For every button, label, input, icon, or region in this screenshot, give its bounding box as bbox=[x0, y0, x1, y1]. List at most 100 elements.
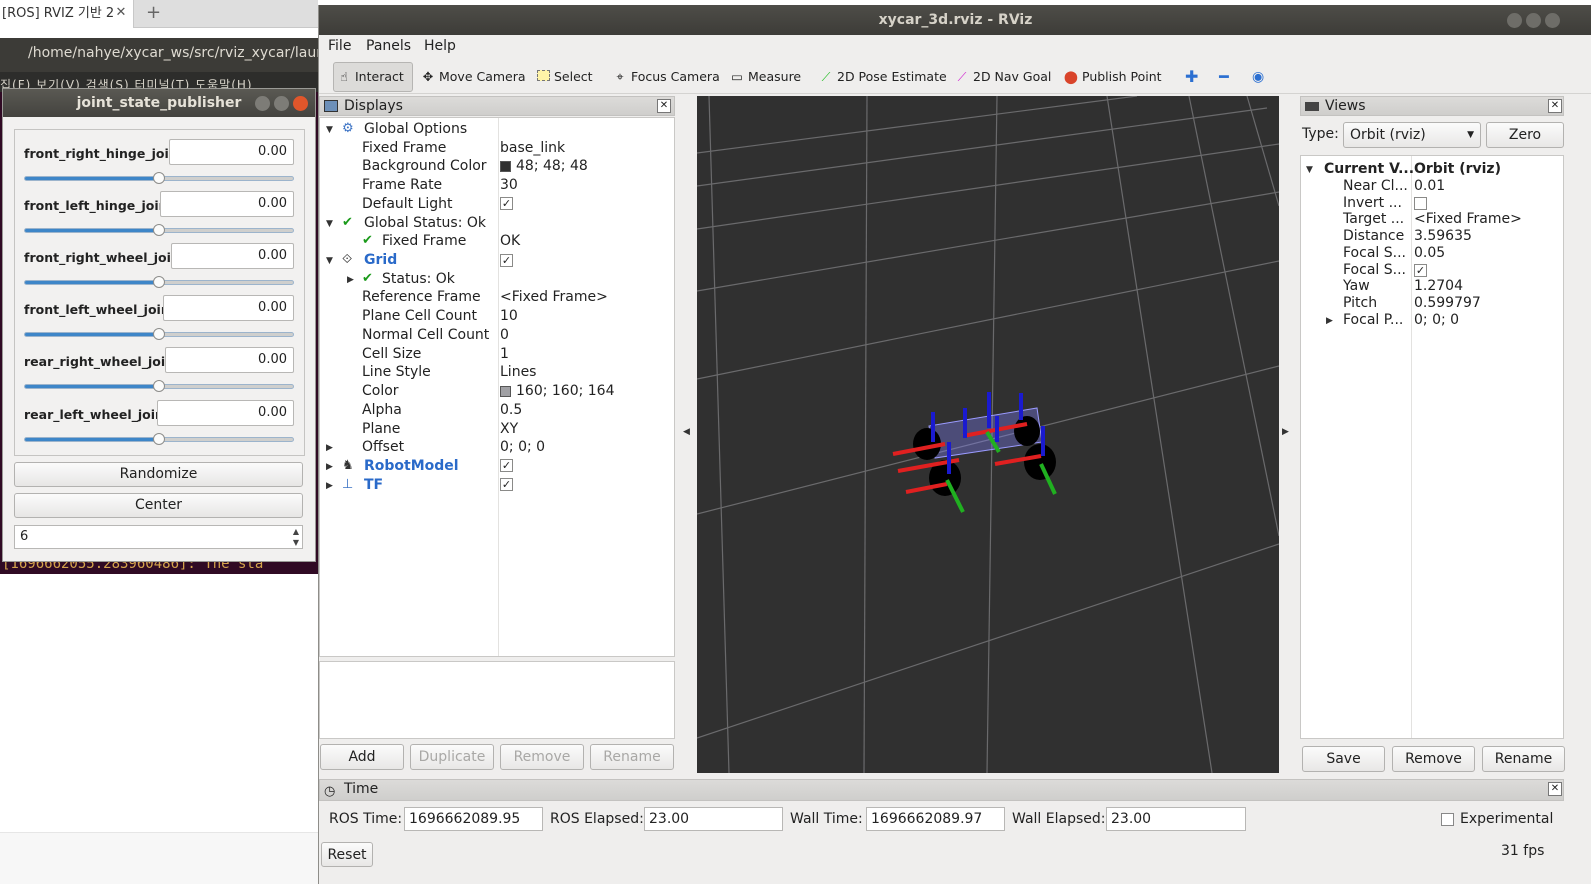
view-property-row[interactable]: Invert ... bbox=[1301, 195, 1563, 212]
display-row[interactable]: ▶ ⊥ TF ✓ bbox=[320, 476, 674, 495]
slider-handle[interactable] bbox=[153, 433, 165, 445]
joint-value-input[interactable]: 0.00 bbox=[163, 295, 294, 321]
view-property-row[interactable]: Yaw 1.2704 bbox=[1301, 278, 1563, 295]
display-row[interactable]: Background Color 48; 48; 48 bbox=[320, 157, 674, 176]
close-icon[interactable]: ✕ bbox=[1548, 782, 1562, 796]
ros-time-field[interactable]: 1696662089.95 bbox=[404, 807, 543, 831]
slider-handle[interactable] bbox=[153, 172, 165, 184]
select-tool[interactable]: Select bbox=[535, 66, 593, 88]
maximize-icon[interactable] bbox=[1526, 13, 1541, 28]
enabled-checkbox[interactable]: ✓ bbox=[500, 459, 513, 473]
property-checkbox[interactable]: ✓ bbox=[1414, 263, 1427, 277]
display-row[interactable]: ▶ ✔ Status: Ok bbox=[320, 270, 674, 289]
display-row[interactable]: Default Light ✓ bbox=[320, 195, 674, 214]
render-viewport[interactable] bbox=[697, 96, 1279, 773]
focus-camera-tool[interactable]: ⌖ Focus Camera bbox=[612, 66, 719, 88]
enabled-checkbox[interactable]: ✓ bbox=[500, 478, 513, 492]
expanded-arrow-icon[interactable]: ▼ bbox=[1306, 162, 1313, 179]
display-row[interactable]: Line Style Lines bbox=[320, 363, 674, 382]
view-property-row[interactable]: Near Cl... 0.01 bbox=[1301, 178, 1563, 195]
save-view-button[interactable]: Save bbox=[1302, 746, 1385, 772]
rename-button[interactable]: Rename bbox=[590, 744, 674, 770]
display-row[interactable]: Fixed Frame base_link bbox=[320, 139, 674, 158]
joint-value-input[interactable]: 0.00 bbox=[157, 400, 294, 426]
ros-elapsed-field[interactable]: 23.00 bbox=[644, 807, 783, 831]
slider-handle[interactable] bbox=[153, 276, 165, 288]
view-property-row[interactable]: ▼ Current V... Orbit (rviz) bbox=[1301, 161, 1563, 178]
display-row[interactable]: ▼ ✔ Global Status: Ok bbox=[320, 214, 674, 233]
slider-handle[interactable] bbox=[153, 224, 165, 236]
remove-button[interactable]: Remove bbox=[500, 744, 584, 770]
view-property-row[interactable]: Pitch 0.599797 bbox=[1301, 295, 1563, 312]
experimental-checkbox[interactable] bbox=[1441, 813, 1454, 826]
collapsed-arrow-icon[interactable]: ▶ bbox=[1326, 313, 1333, 330]
collapse-left-icon[interactable]: ◀ bbox=[683, 427, 690, 437]
display-row[interactable]: ▼ ⚙ Global Options bbox=[320, 120, 674, 139]
minimize-icon[interactable] bbox=[255, 96, 270, 111]
view-property-row[interactable]: Focal S... ✓ bbox=[1301, 262, 1563, 279]
joint-value-input[interactable]: 0.00 bbox=[169, 139, 294, 165]
display-row[interactable]: Normal Cell Count 0 bbox=[320, 326, 674, 345]
property-checkbox[interactable] bbox=[1414, 196, 1427, 210]
new-tab-icon[interactable]: + bbox=[146, 2, 161, 23]
expanded-arrow-icon[interactable]: ▼ bbox=[326, 252, 333, 271]
menu-panels[interactable]: Panels bbox=[366, 38, 411, 54]
close-icon[interactable]: ✕ bbox=[113, 5, 129, 21]
enabled-checkbox[interactable]: ✓ bbox=[500, 197, 513, 211]
remove-tool-icon[interactable]: ━ bbox=[1219, 66, 1229, 88]
display-row[interactable]: ▼ ⟐ Grid ✓ bbox=[320, 251, 674, 270]
expanded-arrow-icon[interactable]: ▼ bbox=[326, 215, 333, 234]
expanded-arrow-icon[interactable]: ▼ bbox=[326, 121, 333, 140]
center-button[interactable]: Center bbox=[14, 493, 303, 518]
pose-estimate-tool[interactable]: ⟋ 2D Pose Estimate bbox=[818, 66, 947, 88]
display-row[interactable]: Reference Frame <Fixed Frame> bbox=[320, 288, 674, 307]
add-tool-icon[interactable]: ✚ bbox=[1185, 66, 1198, 88]
nav-goal-tool[interactable]: ⟋ 2D Nav Goal bbox=[954, 66, 1052, 88]
close-icon[interactable] bbox=[1545, 13, 1560, 28]
minimize-icon[interactable] bbox=[1507, 13, 1522, 28]
display-row[interactable]: ▶ Offset 0; 0; 0 bbox=[320, 438, 674, 457]
collapse-right-icon[interactable]: ▶ bbox=[1282, 427, 1289, 437]
slider-handle[interactable] bbox=[153, 328, 165, 340]
joint-value-input[interactable]: 0.00 bbox=[160, 191, 294, 217]
collapsed-arrow-icon[interactable]: ▶ bbox=[347, 271, 354, 290]
duplicate-button[interactable]: Duplicate bbox=[410, 744, 494, 770]
display-row[interactable]: Frame Rate 30 bbox=[320, 176, 674, 195]
collapsed-arrow-icon[interactable]: ▶ bbox=[326, 458, 333, 477]
move-camera-tool[interactable]: ✥ Move Camera bbox=[420, 66, 526, 88]
collapsed-arrow-icon[interactable]: ▶ bbox=[326, 439, 333, 458]
reset-button[interactable]: Reset bbox=[321, 842, 373, 867]
collapsed-arrow-icon[interactable]: ▶ bbox=[326, 477, 333, 496]
wall-elapsed-field[interactable]: 23.00 bbox=[1106, 807, 1246, 831]
remove-view-button[interactable]: Remove bbox=[1392, 746, 1475, 772]
close-icon[interactable]: ✕ bbox=[1548, 99, 1562, 113]
display-row[interactable]: Plane Cell Count 10 bbox=[320, 307, 674, 326]
view-property-row[interactable]: Focal S... 0.05 bbox=[1301, 245, 1563, 262]
interact-tool[interactable]: ☝ Interact bbox=[333, 62, 413, 92]
add-button[interactable]: Add bbox=[320, 744, 404, 770]
wall-time-field[interactable]: 1696662089.97 bbox=[866, 807, 1005, 831]
menu-file[interactable]: File bbox=[328, 38, 351, 54]
display-row[interactable]: ✔ Fixed Frame OK bbox=[320, 232, 674, 251]
eye-icon[interactable]: ◉ bbox=[1252, 66, 1264, 88]
slider-handle[interactable] bbox=[153, 380, 165, 392]
view-property-row[interactable]: Distance 3.59635 bbox=[1301, 228, 1563, 245]
measure-tool[interactable]: ▭ Measure bbox=[729, 66, 801, 88]
joint-value-input[interactable]: 0.00 bbox=[171, 243, 294, 269]
view-property-row[interactable]: ▶ Focal P... 0; 0; 0 bbox=[1301, 312, 1563, 329]
joint-value-input[interactable]: 0.00 bbox=[165, 347, 294, 373]
publish-point-tool[interactable]: ⬤ Publish Point bbox=[1063, 66, 1162, 88]
close-icon[interactable] bbox=[293, 96, 308, 111]
enabled-checkbox[interactable]: ✓ bbox=[500, 253, 513, 267]
spin-arrows-icon[interactable]: ▲ ▼ bbox=[290, 526, 302, 548]
display-row[interactable]: ▶ ♞ RobotModel ✓ bbox=[320, 457, 674, 476]
randomize-button[interactable]: Randomize bbox=[14, 462, 303, 487]
maximize-icon[interactable] bbox=[274, 96, 289, 111]
rename-view-button[interactable]: Rename bbox=[1482, 746, 1565, 772]
display-row[interactable]: Plane XY bbox=[320, 420, 674, 439]
zero-button[interactable]: Zero bbox=[1486, 122, 1564, 148]
display-row[interactable]: Alpha 0.5 bbox=[320, 401, 674, 420]
close-icon[interactable]: ✕ bbox=[657, 99, 671, 113]
display-row[interactable]: Cell Size 1 bbox=[320, 345, 674, 364]
view-type-select[interactable]: Orbit (rviz) ▼ bbox=[1343, 122, 1481, 148]
